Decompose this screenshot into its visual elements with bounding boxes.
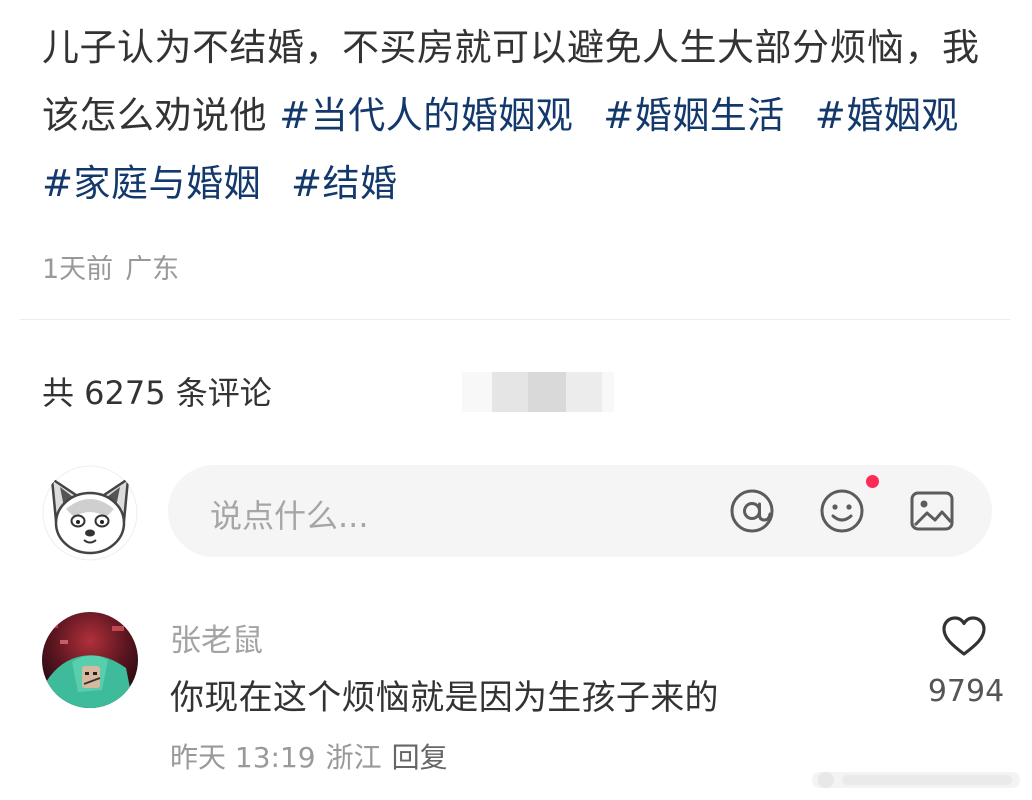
hashtag-link[interactable]: #当代人的婚姻观 bbox=[279, 94, 573, 137]
post-location: 广东 bbox=[125, 254, 180, 285]
comment-time: 昨天 13:19 bbox=[170, 741, 316, 774]
heart-icon[interactable] bbox=[940, 614, 988, 658]
comment-meta: 昨天 13:19 浙江 回复 bbox=[170, 736, 448, 776]
post-meta: 1天前 广东 bbox=[42, 247, 179, 286]
comment-input-placeholder: 说点什么... bbox=[210, 497, 369, 535]
reply-button[interactable]: 回复 bbox=[392, 741, 448, 774]
comment-input[interactable]: 说点什么... bbox=[168, 465, 992, 557]
husky-avatar-icon bbox=[42, 465, 138, 561]
post-content: 儿子认为不结婚，不买房就可以避免人生大部分烦恼，我该怎么劝说他 #当代人的婚姻观… bbox=[42, 14, 1002, 218]
watermark-logo bbox=[812, 772, 1020, 788]
comment-location: 浙江 bbox=[325, 741, 382, 774]
hashtag-link[interactable]: #结婚 bbox=[291, 162, 398, 205]
at-icon[interactable] bbox=[728, 487, 776, 535]
image-icon[interactable] bbox=[908, 487, 956, 535]
hashtag-link[interactable]: #婚姻观 bbox=[815, 94, 959, 137]
user-photo-icon bbox=[42, 612, 138, 708]
avatar[interactable] bbox=[42, 465, 138, 561]
comment-text: 你现在这个烦恼就是因为生孩子来的 bbox=[170, 678, 719, 718]
commenter-name[interactable]: 张老鼠 bbox=[170, 615, 263, 660]
comment-count: 共 6275 条评论 bbox=[42, 374, 272, 412]
post-time: 1天前 bbox=[42, 254, 114, 285]
notification-dot bbox=[866, 475, 879, 488]
emoji-icon[interactable] bbox=[818, 487, 866, 535]
redacted-area bbox=[462, 372, 614, 412]
commenter-avatar[interactable] bbox=[42, 612, 138, 708]
like-count: 9794 bbox=[927, 674, 1005, 709]
divider bbox=[20, 319, 1010, 320]
hashtag-link[interactable]: #家庭与婚姻 bbox=[42, 162, 261, 205]
hashtag-link[interactable]: #婚姻生活 bbox=[603, 94, 785, 137]
